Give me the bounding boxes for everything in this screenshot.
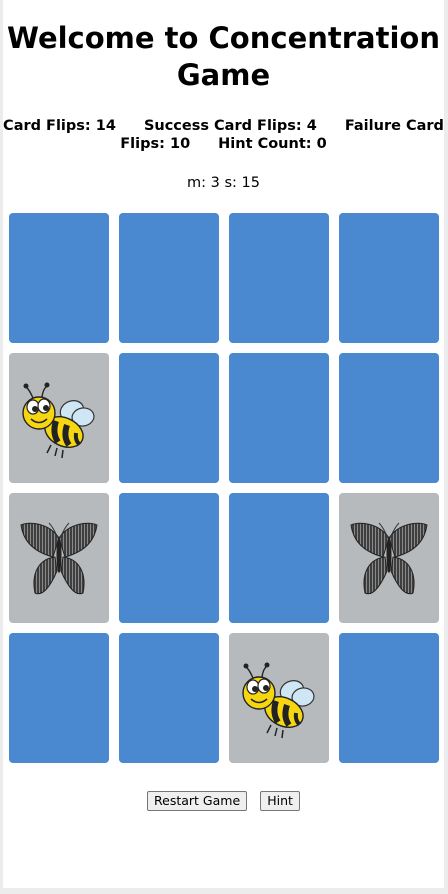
bee-icon bbox=[22, 382, 95, 459]
memory-card[interactable] bbox=[9, 353, 109, 483]
game-timer: m: 3 s: 15 bbox=[187, 175, 260, 191]
card-grid bbox=[9, 213, 439, 763]
game-controls: Restart Game Hint bbox=[3, 790, 444, 811]
success-flips-count: Success Card Flips: 4 bbox=[143, 118, 317, 134]
memory-card[interactable] bbox=[229, 213, 329, 343]
hint-count: Hint Count: 0 bbox=[218, 136, 327, 152]
memory-card[interactable] bbox=[9, 213, 109, 343]
memory-card[interactable] bbox=[119, 493, 219, 623]
memory-card[interactable] bbox=[229, 633, 329, 763]
memory-card[interactable] bbox=[339, 493, 439, 623]
page-title: Welcome to Concentration Game bbox=[6, 21, 440, 92]
stats-bar: Card Flips: 14 Success Card Flips: 4 Failu… bbox=[3, 117, 444, 153]
memory-card[interactable] bbox=[229, 353, 329, 483]
memory-card[interactable] bbox=[9, 633, 109, 763]
memory-card[interactable] bbox=[339, 353, 439, 483]
memory-card[interactable] bbox=[229, 493, 329, 623]
butterfly-icon bbox=[350, 522, 428, 595]
restart-game-button[interactable]: Restart Game bbox=[147, 791, 248, 811]
memory-card[interactable] bbox=[119, 213, 219, 343]
memory-card[interactable] bbox=[119, 633, 219, 763]
card-flips-count: Card Flips: 14 bbox=[3, 118, 116, 134]
butterfly-icon bbox=[20, 522, 98, 595]
game-page: Welcome to Concentration Game Card Flips… bbox=[3, 0, 444, 888]
memory-card[interactable] bbox=[339, 633, 439, 763]
memory-card[interactable] bbox=[9, 493, 109, 623]
memory-card[interactable] bbox=[339, 213, 439, 343]
bee-icon bbox=[242, 662, 315, 739]
memory-card[interactable] bbox=[119, 353, 219, 483]
hint-button[interactable]: Hint bbox=[260, 791, 300, 811]
